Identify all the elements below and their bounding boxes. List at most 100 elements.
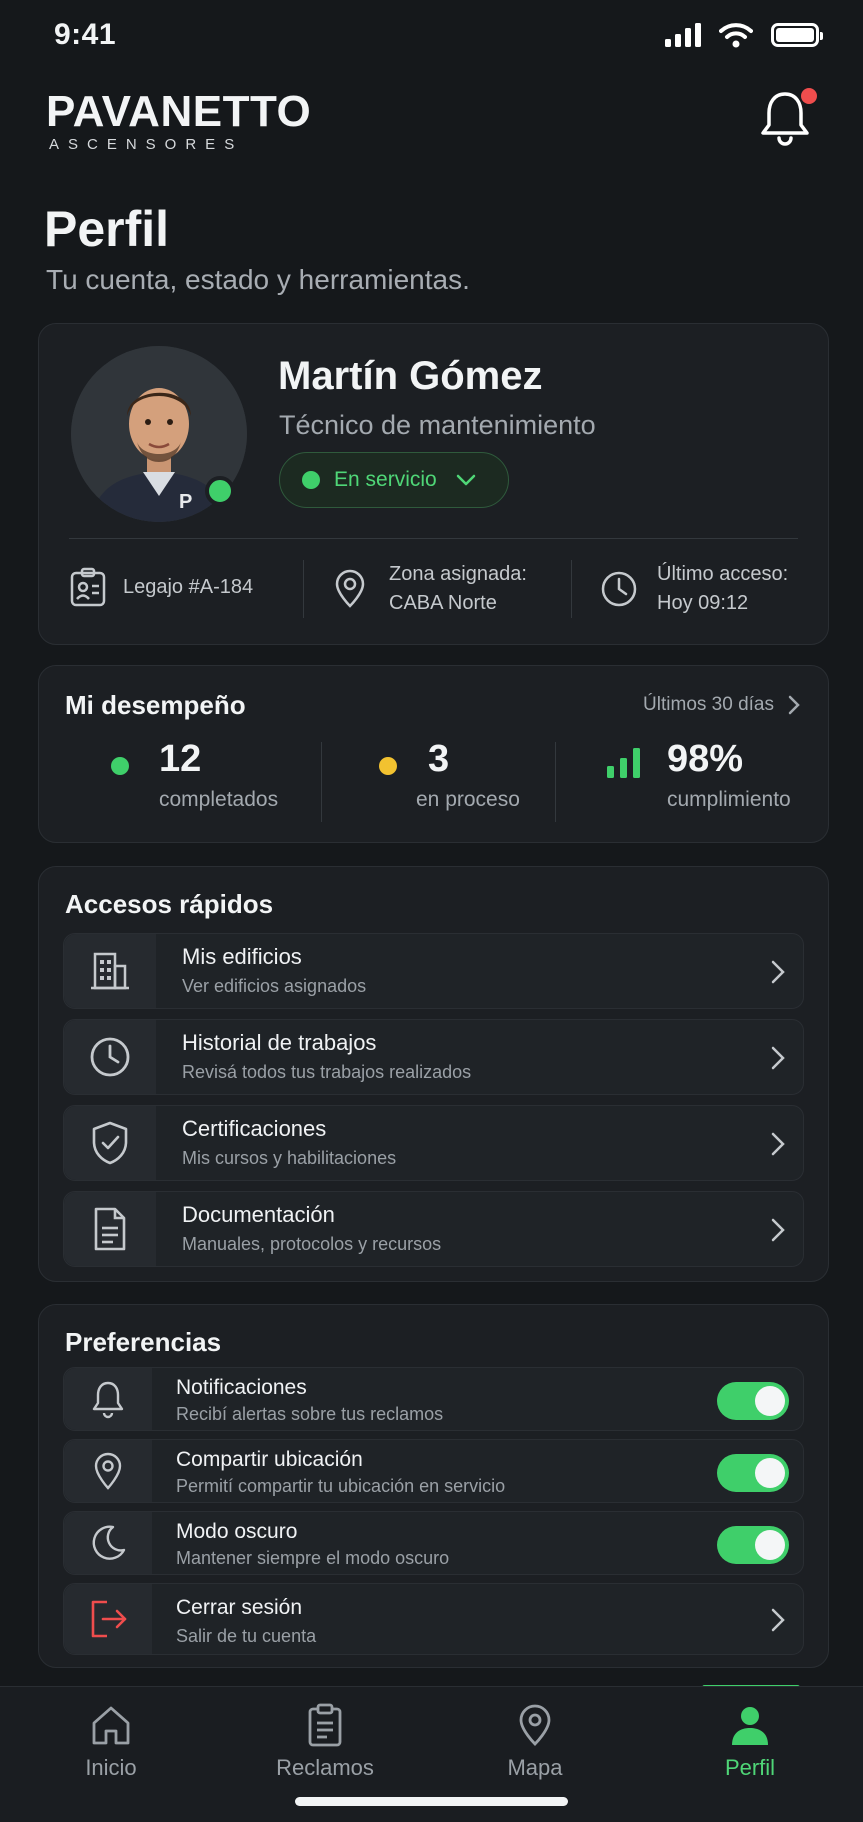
online-status-dot <box>205 476 235 506</box>
status-icons <box>665 22 823 48</box>
chevron-right-icon <box>771 960 785 984</box>
pref-notificaciones: Notificaciones Recibí alertas sobre tus … <box>63 1367 804 1431</box>
notification-badge <box>801 88 817 104</box>
legajo-item: Legajo #A-184 <box>69 566 253 608</box>
bar-chart-icon <box>607 748 640 778</box>
id-badge-icon <box>70 567 106 607</box>
pref-modo-oscuro: Modo oscuro Mantener siempre el modo osc… <box>63 1511 804 1575</box>
metric-divider <box>321 742 322 822</box>
chevron-right-icon <box>771 1608 785 1632</box>
document-icon <box>94 1207 126 1251</box>
nav-mapa[interactable]: Mapa <box>460 1703 610 1781</box>
nav-label: Mapa <box>507 1755 563 1780</box>
notifications-toggle[interactable] <box>717 1382 789 1420</box>
acceso-value: Hoy 09:12 <box>657 592 749 614</box>
acceso-item: Último acceso: Hoy 09:12 <box>599 560 788 618</box>
service-status-dropdown[interactable]: En servicio <box>279 452 509 508</box>
quick-item-title: Mis edificios <box>182 944 302 969</box>
signal-icon <box>665 23 701 47</box>
quick-item-title: Documentación <box>182 1202 335 1227</box>
brand-subtitle: ASCENSORES <box>49 136 244 153</box>
nav-inicio[interactable]: Inicio <box>36 1703 186 1781</box>
quick-item-subtitle: Revisá todos tus trabajos realizados <box>182 1062 472 1082</box>
logout-icon <box>91 1600 127 1638</box>
clock-icon <box>90 1037 130 1077</box>
status-time: 9:41 <box>54 18 117 51</box>
quick-item-historial[interactable]: Historial de trabajos Revisá todos tus t… <box>63 1019 804 1095</box>
brand-logo: PAVANETTO ASCENSORES <box>46 87 312 154</box>
quick-item-mis-edificios[interactable]: Mis edificios Ver edificios asignados <box>63 933 804 1009</box>
wifi-icon <box>719 23 753 48</box>
zona-value: CABA Norte <box>389 592 497 614</box>
battery-icon <box>771 23 823 47</box>
profile-divider <box>69 538 798 539</box>
info-divider <box>571 560 572 618</box>
page-title: Perfil <box>44 201 170 257</box>
compliance-value: 98% <box>667 738 744 780</box>
pref-title: Cerrar sesión <box>176 1596 303 1619</box>
notifications-button[interactable] <box>757 88 819 150</box>
performance-card: Mi desempeño Últimos 30 días 12 completa… <box>38 665 829 843</box>
building-icon <box>91 952 129 990</box>
quick-item-title: Historial de trabajos <box>182 1030 377 1055</box>
home-icon <box>92 1706 130 1745</box>
pref-title: Compartir ubicación <box>176 1448 363 1471</box>
in-progress-label: en proceso <box>416 788 520 811</box>
zona-item: Zona asignada: CABA Norte <box>333 560 527 618</box>
bell-icon <box>92 1381 124 1419</box>
avatar-badge-letter: P <box>179 491 192 513</box>
in-progress-dot <box>379 757 397 775</box>
home-indicator <box>295 1797 568 1806</box>
profile-name: Martín Gómez <box>278 354 543 398</box>
clock-icon <box>601 571 637 607</box>
preferences-title: Preferencias <box>65 1327 222 1357</box>
logout-button[interactable]: Cerrar sesión Salir de tu cuenta <box>63 1583 804 1655</box>
profile-info-row: Legajo #A-184 Zona asignada: CABA Norte … <box>39 560 828 620</box>
chevron-right-icon <box>771 1218 785 1242</box>
completed-dot <box>111 757 129 775</box>
location-sharing-toggle[interactable] <box>717 1454 789 1492</box>
completed-label: completados <box>159 788 279 811</box>
quick-item-certificaciones[interactable]: Certificaciones Mis cursos y habilitacio… <box>63 1105 804 1181</box>
chevron-right-icon <box>788 695 800 715</box>
range-label: Últimos 30 días <box>643 694 774 715</box>
chevron-down-icon <box>456 474 475 486</box>
brand-name: PAVANETTO <box>46 87 312 136</box>
shield-check-icon <box>92 1121 128 1165</box>
quick-item-subtitle: Mis cursos y habilitaciones <box>182 1148 397 1168</box>
performance-range-link[interactable]: Últimos 30 días <box>643 694 800 716</box>
pref-subtitle: Salir de tu cuenta <box>176 1626 317 1646</box>
location-pin-icon <box>335 569 365 608</box>
nav-perfil[interactable]: Perfil <box>675 1703 825 1781</box>
nav-label: Reclamos <box>276 1755 374 1780</box>
quick-item-documentacion[interactable]: Documentación Manuales, protocolos y rec… <box>63 1191 804 1267</box>
pref-subtitle: Permití compartir tu ubicación en servic… <box>176 1476 506 1496</box>
status-label: En servicio <box>334 468 437 491</box>
map-pin-icon <box>519 1704 551 1746</box>
nav-reclamos[interactable]: Reclamos <box>250 1703 400 1781</box>
page-subtitle: Tu cuenta, estado y herramientas. <box>46 264 470 295</box>
quick-access-card: Accesos rápidos Mis edificios Ver edific… <box>38 866 829 1282</box>
user-icon <box>732 1707 768 1745</box>
pref-title: Notificaciones <box>176 1376 307 1399</box>
quick-item-title: Certificaciones <box>182 1116 327 1141</box>
profile-role: Técnico de mantenimiento <box>279 410 596 440</box>
profile-card: P Martín Gómez Técnico de mantenimiento … <box>38 323 829 645</box>
pref-subtitle: Mantener siempre el modo oscuro <box>176 1548 450 1568</box>
zona-label: Zona asignada: <box>389 563 527 585</box>
chevron-right-icon <box>771 1132 785 1156</box>
performance-title: Mi desempeño <box>65 690 246 720</box>
acceso-label: Último acceso: <box>657 563 789 585</box>
pref-compartir-ubicacion: Compartir ubicación Permití compartir tu… <box>63 1439 804 1503</box>
metric-divider <box>555 742 556 822</box>
dark-mode-toggle[interactable] <box>717 1526 789 1564</box>
location-pin-icon <box>94 1452 122 1490</box>
moon-icon <box>92 1525 126 1560</box>
in-progress-value: 3 <box>428 738 450 780</box>
pref-subtitle: Recibí alertas sobre tus reclamos <box>176 1404 444 1424</box>
completed-value: 12 <box>159 738 202 780</box>
quick-access-title: Accesos rápidos <box>65 889 274 919</box>
nav-label: Inicio <box>85 1755 137 1780</box>
compliance-label: cumplimiento <box>667 788 791 811</box>
legajo-text: Legajo #A-184 <box>123 575 254 598</box>
